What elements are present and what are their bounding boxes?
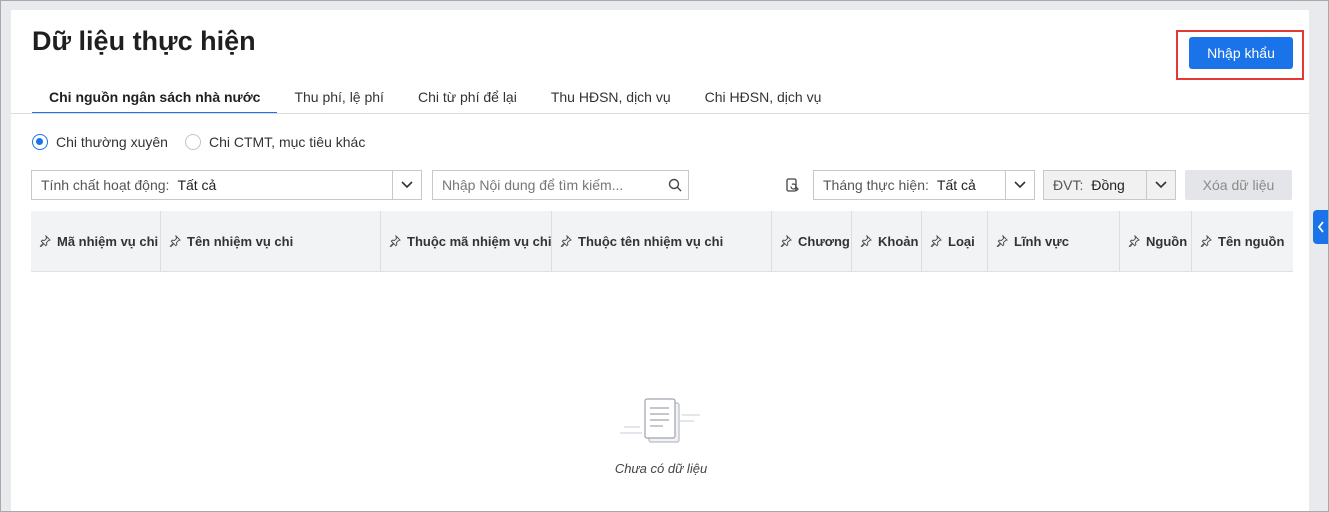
side-panel-toggle[interactable] (1313, 210, 1329, 244)
column-header-source-name[interactable]: Tên nguồn (1192, 211, 1293, 271)
nature-filter-label: Tính chất hoạt động: (41, 177, 170, 193)
tab-retained-fee-expense[interactable]: Chi từ phí để lại (401, 80, 534, 114)
column-header-parent-task-name[interactable]: Thuộc tên nhiệm vụ chi (552, 211, 772, 271)
pin-icon[interactable] (39, 235, 51, 247)
column-header-label: Lĩnh vực (1014, 233, 1069, 249)
search-box (432, 170, 689, 200)
empty-document-icon (616, 398, 706, 455)
column-header-label: Chương (798, 233, 850, 249)
column-header-label: Mã nhiệm vụ chi (57, 233, 159, 249)
tab-divider (11, 113, 1309, 114)
pin-icon[interactable] (860, 235, 872, 247)
month-filter-select[interactable]: Tháng thực hiện: Tất cả (813, 170, 1035, 200)
nature-filter-select[interactable]: Tính chất hoạt động: Tất cả (31, 170, 422, 200)
pin-icon[interactable] (996, 235, 1008, 247)
pin-icon[interactable] (389, 235, 401, 247)
unit-value: Đồng (1091, 177, 1125, 193)
pin-icon[interactable] (780, 235, 792, 247)
column-header-label: Thuộc tên nhiệm vụ chi (578, 233, 724, 249)
page-title: Dữ liệu thực hiện (32, 26, 256, 56)
tab-state-budget-expense[interactable]: Chi nguồn ngân sách nhà nước (32, 80, 278, 114)
column-header-source[interactable]: Nguồn (1120, 211, 1192, 271)
column-header-label: Tên nhiệm vụ chi (187, 233, 294, 249)
column-header-task-code[interactable]: Mã nhiệm vụ chi (31, 211, 161, 271)
radio-unchecked-icon (184, 134, 201, 150)
tab-service-revenue[interactable]: Thu HĐSN, dịch vụ (534, 80, 688, 114)
radio-target-program-expense-label: Chi CTMT, mục tiêu khác (208, 134, 366, 150)
column-header-label: Tên nguồn (1218, 233, 1285, 249)
radio-target-program-expense[interactable]: Chi CTMT, mục tiêu khác (184, 134, 366, 150)
column-header-label: Loại (948, 233, 975, 249)
search-input[interactable] (433, 171, 662, 199)
expense-type-radio-group: Chi thường xuyên Chi CTMT, mục tiêu khác (32, 134, 382, 150)
nature-filter-value: Tất cả (177, 177, 217, 193)
pin-icon[interactable] (930, 235, 942, 247)
import-button[interactable]: Nhập khẩu (1189, 37, 1293, 69)
column-header-label: Thuộc mã nhiệm vụ chi (407, 233, 552, 249)
tab-service-expense[interactable]: Chi HĐSN, dịch vụ (688, 80, 839, 114)
column-header-parent-task-code[interactable]: Thuộc mã nhiệm vụ chi (381, 211, 552, 271)
column-header-label: Khoản (878, 233, 919, 249)
pin-icon[interactable] (169, 235, 181, 247)
pin-icon[interactable] (560, 235, 572, 247)
column-header-field[interactable]: Lĩnh vực (988, 211, 1120, 271)
radio-regular-expense-label: Chi thường xuyên (56, 134, 168, 150)
tab-fees-charges[interactable]: Thu phí, lệ phí (277, 80, 401, 114)
chevron-down-icon (1146, 171, 1175, 199)
tab-bar: Chi nguồn ngân sách nhà nước Thu phí, lệ… (32, 80, 838, 114)
month-filter-value: Tất cả (936, 177, 976, 193)
column-header-type[interactable]: Loại (922, 211, 988, 271)
empty-state-text: Chưa có dữ liệu (614, 461, 708, 476)
pin-icon[interactable] (1200, 235, 1212, 247)
pin-icon[interactable] (1128, 235, 1140, 247)
refresh-icon[interactable] (782, 175, 802, 195)
table-header: Mã nhiệm vụ chi Tên nhiệm vụ chi Thuộc m… (31, 211, 1293, 272)
unit-label: ĐVT: (1053, 177, 1084, 193)
radio-checked-icon (32, 134, 48, 150)
chevron-left-icon (1317, 221, 1324, 233)
column-header-label: Nguồn (1146, 233, 1188, 249)
unit-select[interactable]: ĐVT: Đồng (1043, 170, 1176, 200)
radio-regular-expense[interactable]: Chi thường xuyên (32, 134, 168, 150)
column-header-task-name[interactable]: Tên nhiệm vụ chi (161, 211, 381, 271)
column-header-item[interactable]: Khoản (852, 211, 922, 271)
main-panel: Dữ liệu thực hiện Nhập khẩu Chi nguồn ng… (11, 10, 1309, 512)
month-filter-label: Tháng thực hiện: (823, 177, 929, 193)
chevron-down-icon (1005, 171, 1034, 199)
empty-state: Chưa có dữ liệu (571, 396, 751, 476)
column-header-chapter[interactable]: Chương (772, 211, 852, 271)
chevron-down-icon (392, 171, 421, 199)
clear-data-button[interactable]: Xóa dữ liệu (1185, 170, 1292, 200)
search-icon[interactable] (662, 178, 688, 192)
